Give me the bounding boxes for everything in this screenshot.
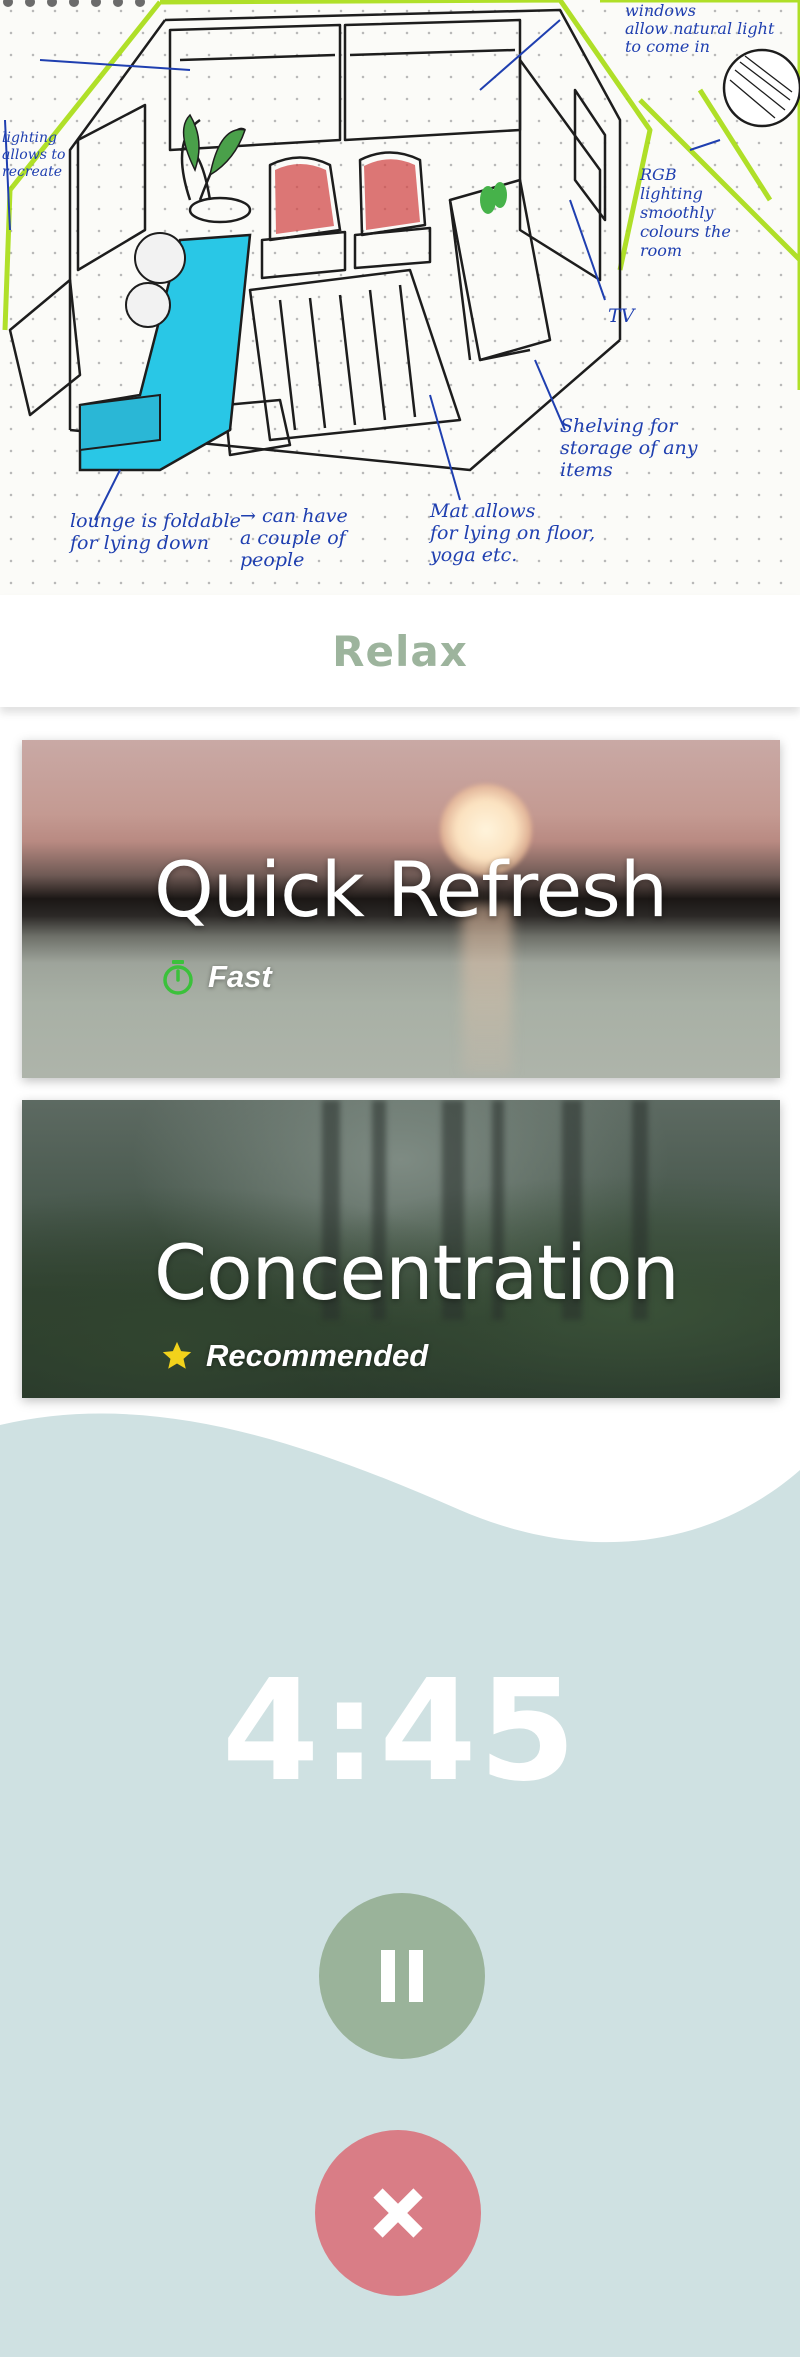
close-icon — [373, 2188, 423, 2238]
sketch-note-people: → can have a couple of people — [240, 505, 348, 571]
sketch-note-shelving: Shelving for storage of any items — [560, 415, 698, 481]
stop-button[interactable] — [315, 2130, 481, 2296]
card-title: Quick Refresh — [154, 845, 668, 934]
quick-refresh-card[interactable]: Quick Refresh Fast — [22, 740, 780, 1078]
relax-header: Relax — [0, 595, 800, 707]
sketch-note-lighting: lighting allows to recreate — [2, 130, 66, 180]
sketch-note-lounge: lounge is foldable for lying down — [70, 510, 241, 554]
room-sketch-drawing — [2, 0, 800, 521]
pause-button[interactable] — [319, 1893, 485, 2059]
card-tag-label: Fast — [208, 959, 272, 994]
card-title: Concentration — [154, 1228, 680, 1317]
room-sketch-image: lounge is foldable for lying down → can … — [0, 0, 800, 595]
concentration-card[interactable]: Concentration Recommended — [22, 1100, 780, 1398]
page-title: Relax — [332, 626, 468, 676]
star-icon — [162, 1341, 192, 1369]
pause-icon — [381, 1950, 423, 2002]
sketch-note-tv: TV — [608, 305, 635, 327]
sketch-note-windows: windows allow natural light to come in — [625, 1, 775, 56]
card-tag-label: Recommended — [206, 1338, 429, 1373]
card-tag-fast: Fast — [160, 958, 272, 996]
stopwatch-icon — [163, 960, 193, 995]
sketch-note-mat: Mat allows for lying on floor, yoga etc. — [430, 500, 596, 566]
sketch-note-rgb: RGB lighting smoothly colours the room — [640, 165, 731, 260]
timer-display: 4:45 — [221, 1650, 579, 1813]
card-tag-recommended: Recommended — [160, 1338, 428, 1374]
